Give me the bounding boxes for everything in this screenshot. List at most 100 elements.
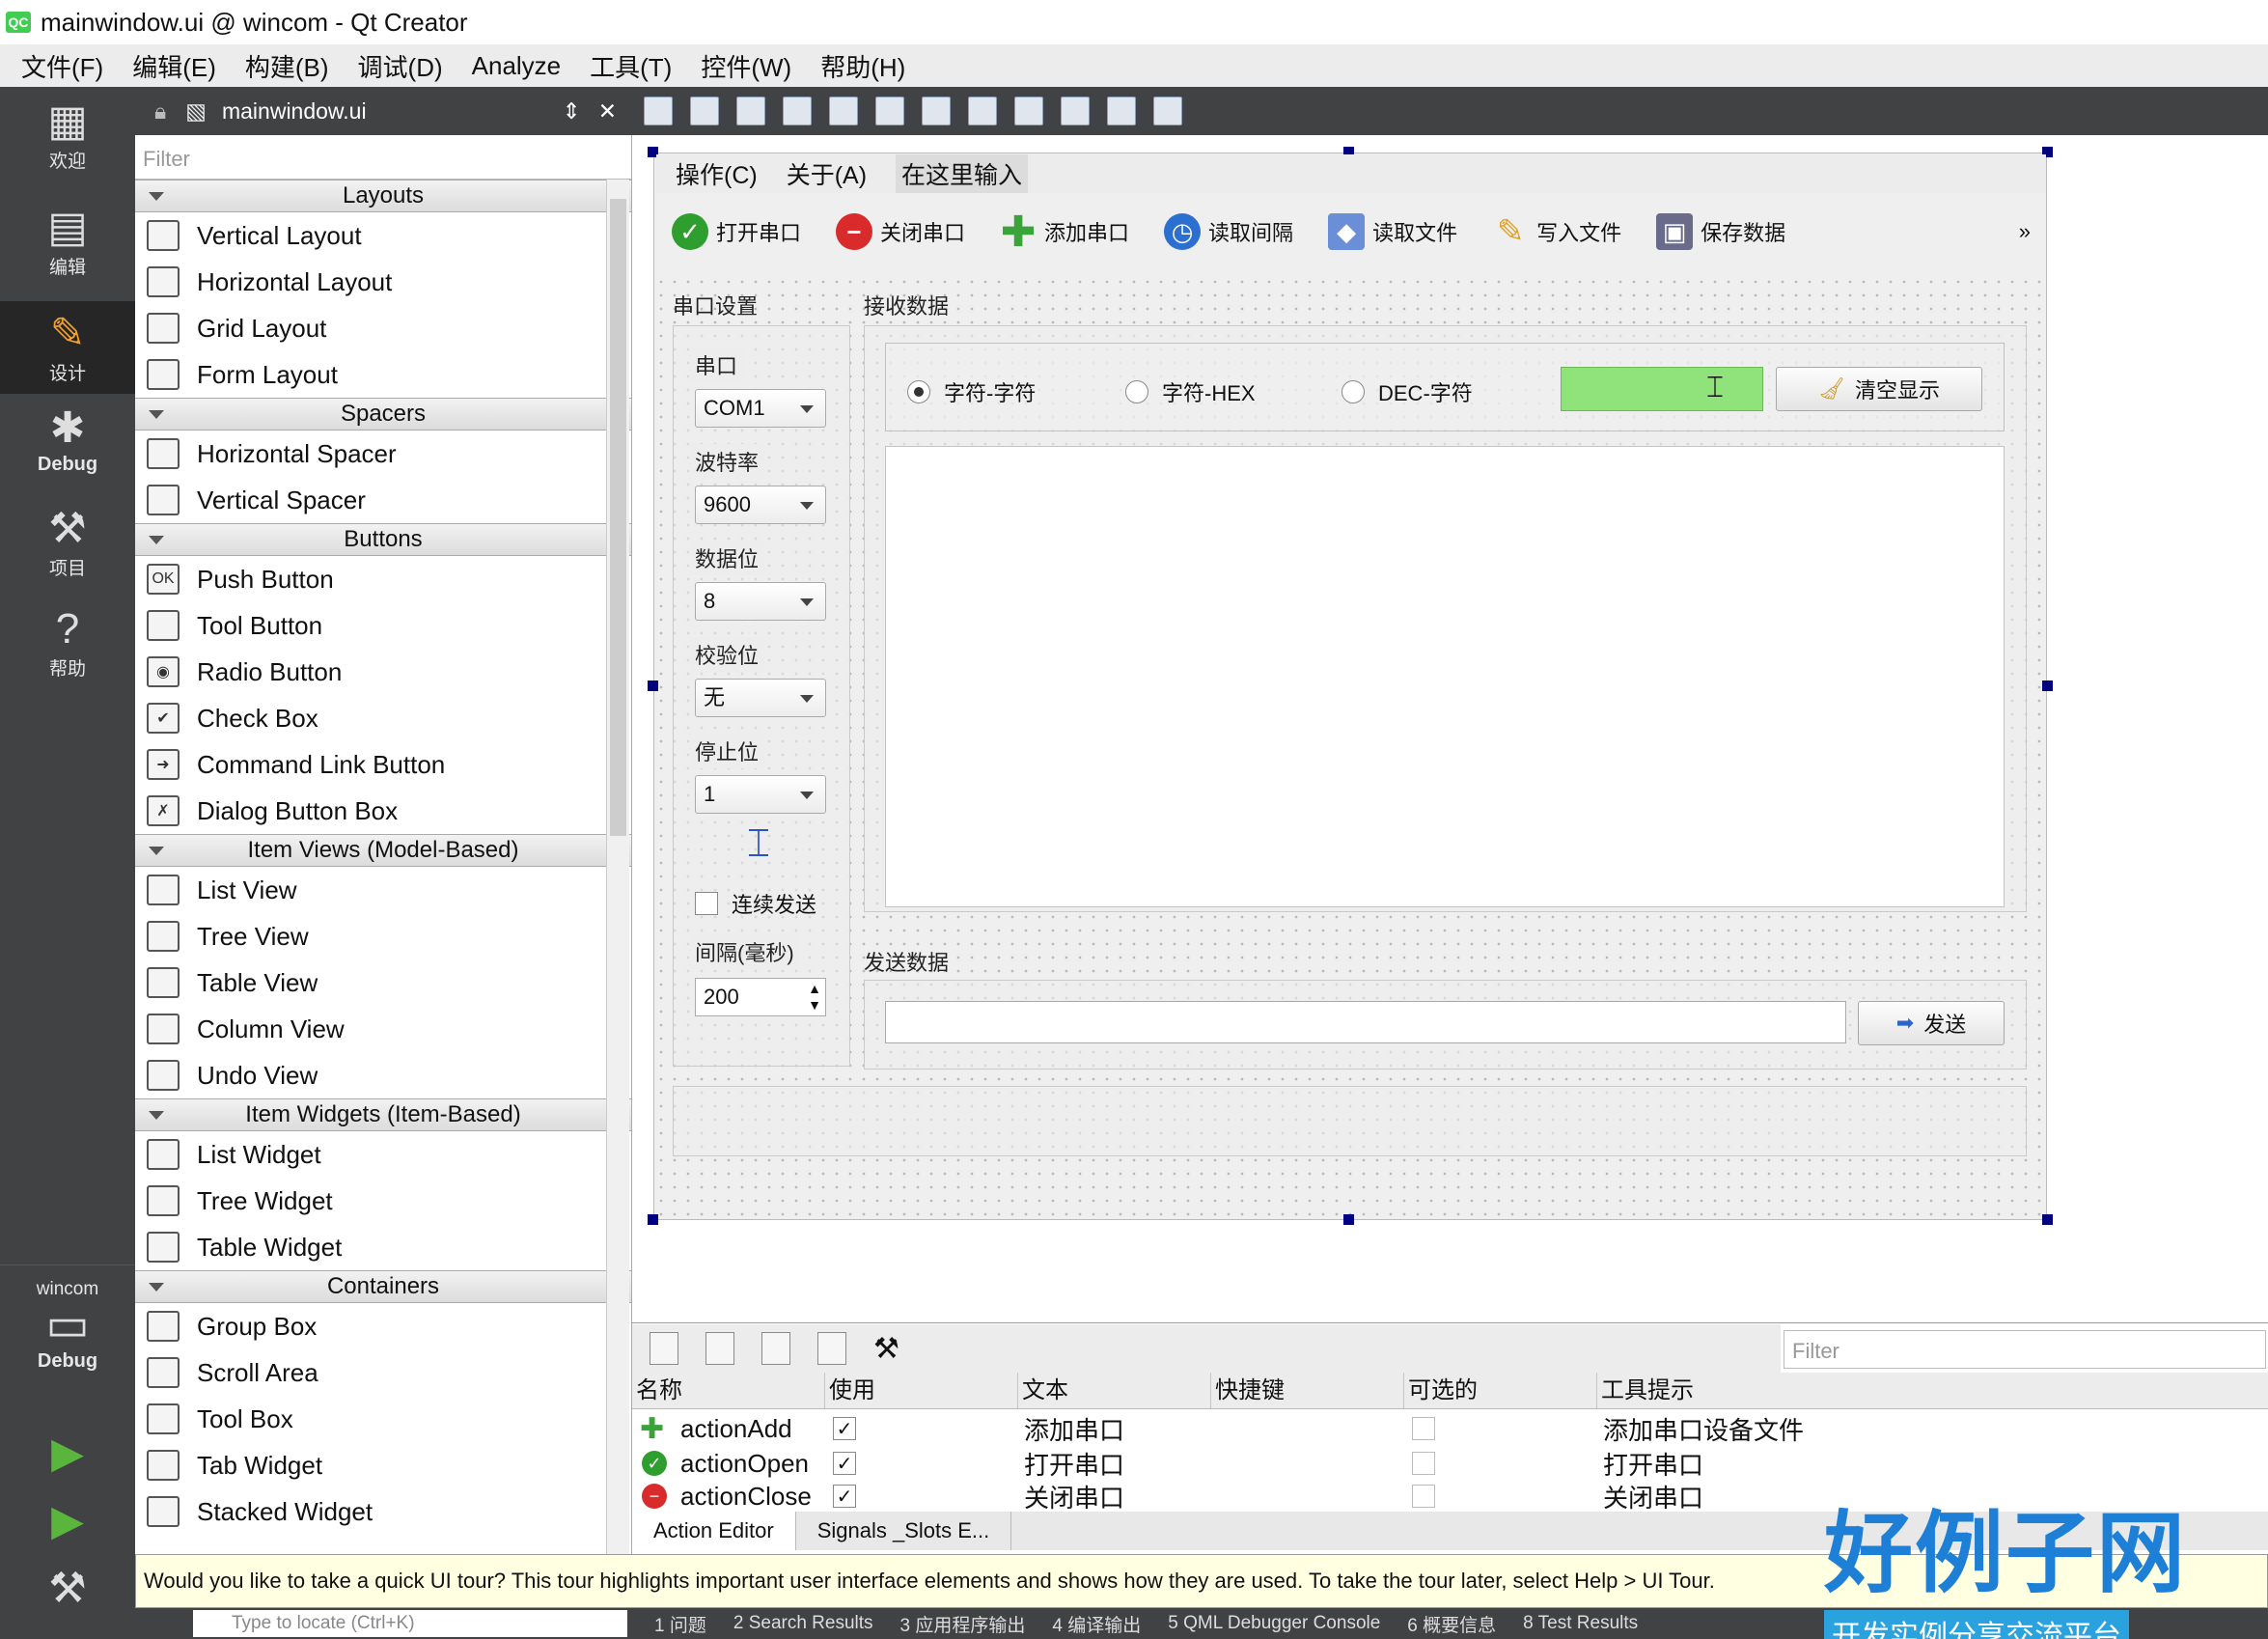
used-checkbox[interactable]: ✓ xyxy=(833,1452,856,1475)
receive-text-area[interactable] xyxy=(885,446,2005,907)
col-shortcut[interactable]: 快捷键 xyxy=(1211,1373,1404,1408)
widget-item[interactable]: OK Push Button xyxy=(135,556,631,602)
layout-horizontal-icon[interactable] xyxy=(829,97,858,125)
widget-box-scrollbar[interactable] xyxy=(606,180,629,1554)
mode-design[interactable]: ✎ 设计 xyxy=(0,301,135,394)
col-text[interactable]: 文本 xyxy=(1018,1373,1211,1408)
widget-category[interactable]: Buttons xyxy=(135,523,631,556)
output-tab-tests[interactable]: 8 Test Results xyxy=(1523,1613,1638,1634)
widget-item[interactable]: ✔ Check Box xyxy=(135,695,631,741)
save-data-action[interactable]: ▣ 保存数据 xyxy=(1656,213,1785,250)
mode-projects[interactable]: ⚒ 项目 xyxy=(0,504,135,600)
col-checkable[interactable]: 可选的 xyxy=(1404,1373,1597,1408)
widget-category[interactable]: Containers xyxy=(135,1270,631,1303)
widget-item[interactable]: Horizontal Spacer xyxy=(135,431,631,477)
widget-item[interactable]: Horizontal Layout xyxy=(135,259,631,305)
read-interval-action[interactable]: ◷ 读取间隔 xyxy=(1164,213,1293,250)
widget-item[interactable]: Stacked Widget xyxy=(135,1488,631,1535)
baud-combo[interactable]: 9600 xyxy=(695,486,826,524)
locator-input[interactable]: Type to locate (Ctrl+K) xyxy=(193,1610,627,1637)
selection-handle[interactable] xyxy=(648,681,658,691)
copy-action-icon[interactable] xyxy=(705,1332,734,1365)
layout-v-splitter-icon[interactable] xyxy=(968,97,997,125)
close-port-action[interactable]: − 关闭串口 xyxy=(836,213,965,250)
table-row[interactable]: ✓ actionOpen ✓ 打开串口 打开串口 xyxy=(632,1446,2268,1481)
send-button[interactable]: ➡ 发送 xyxy=(1858,1001,2005,1045)
checkable-checkbox[interactable] xyxy=(1412,1485,1435,1508)
edit-buddies-icon[interactable] xyxy=(736,97,765,125)
interval-spinbox[interactable]: 200 ▲ ▼ xyxy=(695,978,826,1016)
widget-category[interactable]: Item Widgets (Item-Based) xyxy=(135,1098,631,1131)
mode-edit[interactable]: ▤ 编辑 xyxy=(0,203,135,299)
break-layout-icon[interactable] xyxy=(1107,97,1136,125)
widget-item[interactable]: Tab Widget xyxy=(135,1442,631,1488)
output-tab-qml-console[interactable]: 5 QML Debugger Console xyxy=(1168,1613,1380,1634)
mode-radio-char[interactable]: 字符-字符 xyxy=(907,376,1036,407)
edit-signals-icon[interactable] xyxy=(690,97,719,125)
col-used[interactable]: 使用 xyxy=(825,1373,1018,1408)
output-tab-general[interactable]: 6 概要信息 xyxy=(1407,1611,1496,1637)
send-text-input[interactable] xyxy=(885,1001,1846,1043)
widget-item[interactable]: Form Layout xyxy=(135,351,631,398)
mode-debug[interactable]: ✱ Debug xyxy=(0,403,135,500)
stopbits-combo[interactable]: 1 xyxy=(695,775,826,814)
widget-item[interactable]: Column View xyxy=(135,1006,631,1052)
widget-item[interactable]: Table Widget xyxy=(135,1224,631,1270)
adjust-size-icon[interactable] xyxy=(1153,97,1182,125)
widget-item[interactable]: Tool Button xyxy=(135,602,631,649)
form-menu-about[interactable]: 关于(A) xyxy=(787,156,867,191)
widget-item[interactable]: Tool Box xyxy=(135,1396,631,1442)
menu-widgets[interactable]: 控件(W) xyxy=(701,48,791,84)
read-file-action[interactable]: ◆ 读取文件 xyxy=(1328,213,1457,250)
widget-category[interactable]: Item Views (Model-Based) xyxy=(135,834,631,867)
widget-category[interactable]: Spacers xyxy=(135,398,631,431)
widget-item[interactable]: Undo View xyxy=(135,1052,631,1098)
mode-radio-dec[interactable]: DEC-字符 xyxy=(1341,376,1473,407)
widget-item[interactable]: Vertical Layout xyxy=(135,212,631,259)
widget-category[interactable]: Layouts xyxy=(135,180,631,212)
continuous-send-checkbox[interactable]: 连续发送 xyxy=(695,888,816,919)
widget-item[interactable]: ◉ Radio Button xyxy=(135,649,631,695)
checkable-checkbox[interactable] xyxy=(1412,1452,1435,1475)
widget-item[interactable]: List View xyxy=(135,867,631,913)
menu-build[interactable]: 构建(B) xyxy=(245,48,329,84)
mode-help[interactable]: ? 帮助 xyxy=(0,604,135,701)
layout-grid-icon[interactable] xyxy=(1061,97,1090,125)
toolbar-overflow-button[interactable]: » xyxy=(2019,219,2031,244)
databits-combo[interactable]: 8 xyxy=(695,582,826,621)
paste-action-icon[interactable] xyxy=(761,1332,790,1365)
mode-radio-hex[interactable]: 字符-HEX xyxy=(1125,376,1256,407)
edit-tab-order-icon[interactable] xyxy=(783,97,812,125)
widget-item[interactable]: Group Box xyxy=(135,1303,631,1349)
mode-welcome[interactable]: ▦ 欢迎 xyxy=(0,97,135,193)
widget-filter-input[interactable]: Filter xyxy=(135,135,631,180)
widget-item[interactable]: ✗ Dialog Button Box xyxy=(135,788,631,834)
layout-h-splitter-icon[interactable] xyxy=(922,97,951,125)
widget-item[interactable]: ➜ Command Link Button xyxy=(135,741,631,788)
delete-action-icon[interactable] xyxy=(817,1332,846,1365)
kit-selector[interactable]: wincom ▭ Debug xyxy=(0,1264,135,1419)
widget-item[interactable]: Table View xyxy=(135,959,631,1006)
col-tooltip[interactable]: 工具提示 xyxy=(1597,1373,2075,1408)
debug-run-button[interactable]: ▶ xyxy=(0,1496,135,1564)
action-filter-input[interactable]: Filter xyxy=(1784,1330,2266,1369)
used-checkbox[interactable]: ✓ xyxy=(833,1485,856,1508)
selection-handle[interactable] xyxy=(648,1214,658,1225)
menu-edit[interactable]: 编辑(E) xyxy=(132,48,216,84)
build-button[interactable]: ⚒ xyxy=(0,1564,135,1631)
tab-signals-slots-editor[interactable]: Signals _Slots E... xyxy=(796,1512,1012,1550)
checkable-checkbox[interactable] xyxy=(1412,1417,1435,1440)
menu-file[interactable]: 文件(F) xyxy=(21,48,103,84)
open-document[interactable]: mainwindow.ui xyxy=(222,98,367,125)
widget-item[interactable]: Tree Widget xyxy=(135,1178,631,1224)
layout-vertical-icon[interactable] xyxy=(875,97,904,125)
selection-handle[interactable] xyxy=(1343,1214,1354,1225)
menu-debug[interactable]: 调试(D) xyxy=(358,48,443,84)
col-name[interactable]: 名称 xyxy=(632,1373,825,1408)
document-switch-icon[interactable]: ⇕ xyxy=(562,98,580,125)
output-tab-issues[interactable]: 1 问题 xyxy=(654,1611,706,1637)
edit-widgets-icon[interactable] xyxy=(644,97,673,125)
spin-arrows-icon[interactable]: ▲ ▼ xyxy=(808,981,821,1014)
widget-item[interactable]: Scroll Area xyxy=(135,1349,631,1396)
parity-combo[interactable]: 无 xyxy=(695,679,826,717)
